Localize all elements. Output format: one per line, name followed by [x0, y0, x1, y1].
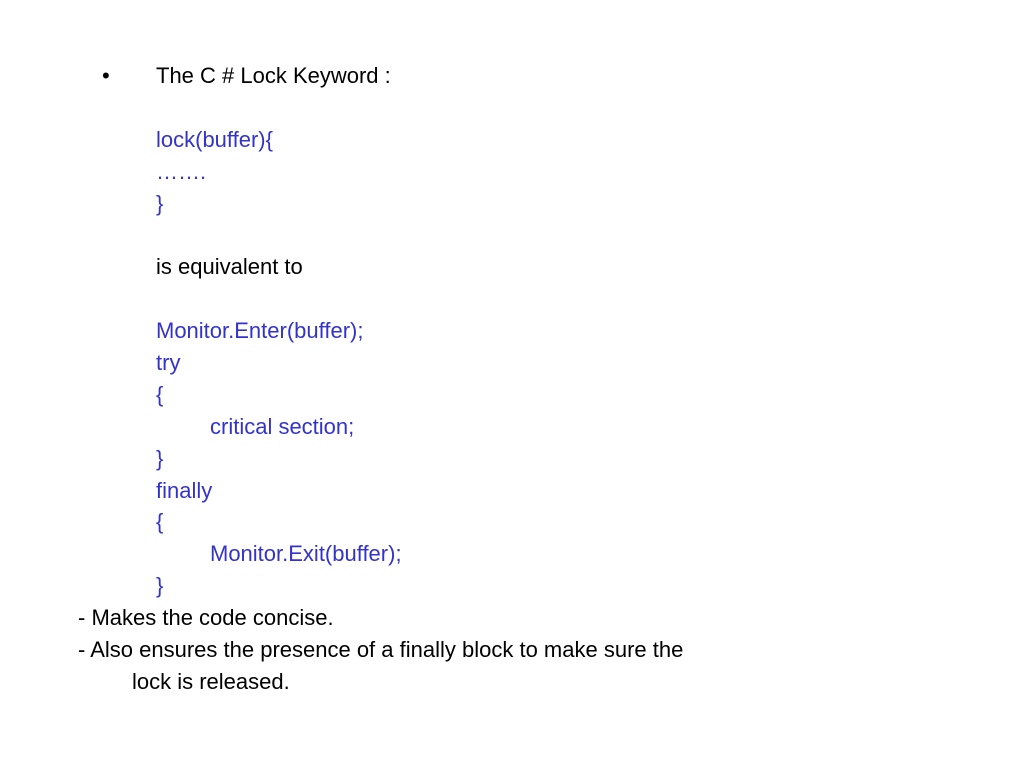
code-line: Monitor.Exit(buffer); — [156, 538, 964, 570]
code-line: finally — [156, 475, 964, 507]
blank-line — [156, 92, 964, 124]
bullet-body: The C # Lock Keyword : lock(buffer){ …….… — [156, 60, 964, 602]
slide-content: • The C # Lock Keyword : lock(buffer){ …… — [0, 0, 1024, 698]
code-line: } — [156, 443, 964, 475]
footer-line-cont: lock is released. — [78, 666, 964, 698]
code-line: Monitor.Enter(buffer); — [156, 315, 964, 347]
code-line: } — [156, 188, 964, 220]
code-line: { — [156, 379, 964, 411]
footer-line: - Makes the code concise. — [78, 602, 964, 634]
blank-line — [156, 283, 964, 315]
equivalent-text: is equivalent to — [156, 251, 964, 283]
code-line: try — [156, 347, 964, 379]
code-line: } — [156, 570, 964, 602]
code-line: lock(buffer){ — [156, 124, 964, 156]
bullet-marker: • — [78, 60, 156, 602]
bullet-item: • The C # Lock Keyword : lock(buffer){ …… — [78, 60, 964, 602]
code-line: { — [156, 506, 964, 538]
footer-line: - Also ensures the presence of a finally… — [78, 634, 964, 666]
bullet-title: The C # Lock Keyword : — [156, 60, 964, 92]
blank-line — [156, 219, 964, 251]
code-line: ……. — [156, 156, 964, 188]
code-line: critical section; — [156, 411, 964, 443]
